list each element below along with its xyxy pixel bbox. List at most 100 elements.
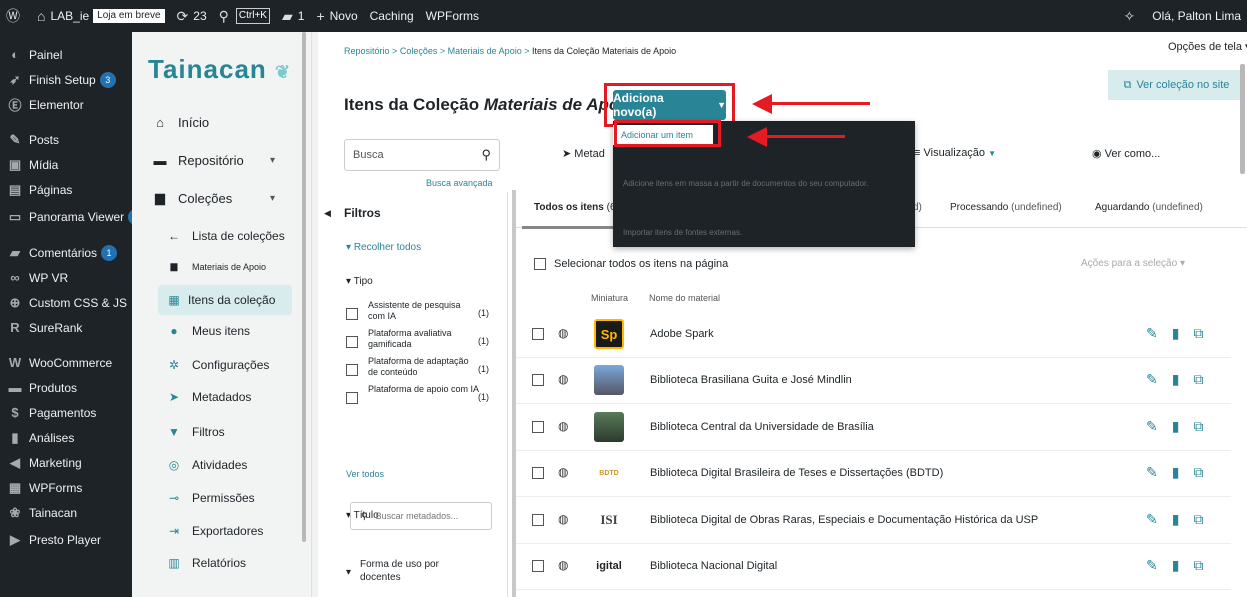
select-all-row[interactable]: Selecionar todos os itens na página [534, 258, 728, 270]
admin-menu-item[interactable]: ∞ WP VR [0, 265, 74, 290]
admin-menu-item[interactable]: ✎ Posts [0, 127, 65, 152]
admin-menu-item[interactable]: ◐ Painel [0, 42, 68, 67]
admin-menu-item[interactable]: ◀ Marketing [0, 450, 88, 475]
breadcrumb-materiais[interactable]: Materiais de Apoio [448, 46, 522, 56]
select-all-checkbox[interactable] [534, 258, 546, 270]
nav-scrollbar[interactable] [302, 32, 306, 542]
item-thumbnail[interactable]: ISI [594, 505, 624, 535]
table-row[interactable]: ◍ Biblioteca Brasiliana Guita e José Mind… [516, 358, 1231, 404]
item-thumbnail[interactable] [594, 412, 624, 442]
table-row[interactable]: ◍ Biblioteca Central da Universidade de B… [516, 405, 1231, 451]
nav-exportadores[interactable]: ⇥ Exportadores [166, 524, 263, 538]
view-all-link[interactable]: Ver todos [346, 469, 384, 479]
admin-menu-item[interactable]: ▦ WPForms [0, 475, 88, 500]
item-thumbnail[interactable]: Sp [594, 319, 624, 349]
admin-menu-item[interactable]: ▶ Presto Player [0, 527, 107, 552]
nav-relatorios[interactable]: ▥ Relatórios [166, 556, 246, 570]
tabs-scrollbar[interactable] [522, 226, 614, 229]
item-thumbnail[interactable]: igital [594, 551, 624, 581]
nav-colecoes[interactable]: ▆ Coleções ▾ [152, 190, 302, 206]
wp-logo-menu[interactable]: Ⓦ [0, 0, 31, 32]
list-scrollbar[interactable] [512, 190, 516, 597]
nav-configuracoes[interactable]: ✲ Configurações [166, 358, 269, 372]
nav-materiais[interactable]: ▆ Materiais de Apoio [166, 261, 267, 272]
nav-filtros[interactable]: ▼ Filtros [166, 425, 225, 439]
tab-aguardando[interactable]: Aguardando (undefined) [1095, 202, 1203, 213]
filter-tipo-header[interactable]: ▾ Tipo [346, 276, 373, 287]
item-thumbnail[interactable] [594, 365, 624, 395]
site-name-menu[interactable]: ⌂ LAB_ie Loja em breve [31, 0, 171, 32]
nav-permissoes[interactable]: ⊸ Permissões [166, 491, 255, 505]
table-row[interactable]: ◍ Sp Adobe Spark ✎ ▮ ⧉ [516, 312, 1231, 358]
nav-itens-colecao[interactable]: ▦ Itens da coleção [158, 285, 292, 315]
external-link-icon[interactable]: ⧉ [1193, 557, 1203, 574]
filter-titulo-header[interactable]: ▾ Título [346, 480, 379, 521]
view-as-button[interactable]: ◉ Ver como... [1092, 147, 1160, 160]
trash-icon[interactable]: ▮ [1172, 511, 1180, 528]
updates-menu[interactable]: ⟳ 23 [171, 0, 213, 32]
edit-icon[interactable]: ✎ [1146, 464, 1158, 481]
admin-menu-item[interactable]: ▮ Análises [0, 425, 80, 450]
item-name[interactable]: Biblioteca Digital Brasileira de Teses e… [650, 467, 943, 479]
filter-option-label[interactable]: Plataforma de adaptação de conteúdo [368, 356, 480, 378]
table-row[interactable]: ◍ BDTD Biblioteca Digital Brasileira de Te… [516, 451, 1231, 497]
tab-processando[interactable]: Processando (undefined) [950, 202, 1062, 213]
table-row[interactable]: ◍ igital Biblioteca Nacional Digital ✎ ▮ ⧉ [516, 544, 1231, 590]
external-link-icon[interactable]: ⧉ [1193, 418, 1203, 435]
admin-menu-item[interactable]: ▤ Páginas [0, 177, 78, 202]
comments-menu[interactable]: ▰ 1 [276, 0, 310, 32]
filter-checkbox[interactable] [346, 364, 358, 376]
row-checkbox[interactable] [532, 374, 544, 386]
row-checkbox[interactable] [532, 560, 544, 572]
nav-metadados[interactable]: ➤ Metadados [166, 390, 251, 404]
nav-atividades[interactable]: ◎ Atividades [166, 458, 248, 472]
account-menu[interactable]: Olá, Palton Lima [1146, 0, 1247, 32]
admin-menu-item[interactable]: ▰ Comentários 1 [0, 240, 123, 265]
breadcrumb-colecoes[interactable]: Coleções [400, 46, 438, 56]
trash-icon[interactable]: ▮ [1172, 464, 1180, 481]
row-checkbox[interactable] [532, 514, 544, 526]
wpforms-menu[interactable]: WPForms [420, 0, 485, 32]
row-checkbox[interactable] [532, 467, 544, 479]
nav-repositorio[interactable]: ▬ Repositório ▾ [152, 153, 302, 168]
nav-meus-itens[interactable]: ● Meus itens [166, 324, 250, 338]
filter-checkbox[interactable] [346, 336, 358, 348]
edit-icon[interactable]: ✎ [1146, 371, 1158, 388]
view-collection-button[interactable]: ⧉ Ver coleção no site [1108, 70, 1245, 100]
metadata-button[interactable]: ➤ Metad [562, 147, 605, 160]
filter-checkbox[interactable] [346, 308, 358, 320]
filter-option-label[interactable]: Plataforma de apoio com IA [368, 384, 480, 395]
trash-icon[interactable]: ▮ [1172, 557, 1180, 574]
filter-option-label[interactable]: Assistente de pesquisa com IA [368, 300, 480, 322]
filter-option-label[interactable]: Plataforma avaliativa gamificada [368, 328, 480, 350]
breadcrumb-repositorio[interactable]: Repositório [344, 46, 390, 56]
metadata-search-input[interactable]: ⚲ Buscar metadados... [350, 502, 492, 530]
item-name[interactable]: Biblioteca Central da Universidade de Br… [650, 421, 874, 433]
search-shortcut[interactable]: ⚲ Ctrl+K [213, 0, 276, 32]
row-checkbox[interactable] [532, 421, 544, 433]
filter-forma-uso-header[interactable]: ▾ Forma de uso por docentes [346, 558, 466, 584]
tainacan-logo[interactable]: Tainacan ❦ [148, 54, 291, 85]
collapse-all-filters[interactable]: ▾ Recolher todos [346, 242, 421, 253]
screen-options-button[interactable]: Opções de tela ▾ [1168, 40, 1247, 53]
trash-icon[interactable]: ▮ [1172, 325, 1180, 342]
external-link-icon[interactable]: ⧉ [1193, 371, 1203, 388]
item-name[interactable]: Biblioteca Brasiliana Guita e José Mindl… [650, 374, 852, 386]
bulk-add-option[interactable]: Adicione itens em massa a partir de docu… [623, 179, 868, 188]
bulk-actions-dropdown[interactable]: Ações para a seleção ▾ [1081, 258, 1185, 269]
edit-icon[interactable]: ✎ [1146, 511, 1158, 528]
external-link-icon[interactable]: ⧉ [1193, 325, 1203, 342]
tab-todos[interactable]: Todos os itens (6 [534, 202, 616, 213]
admin-menu-item[interactable]: ▣ Mídia [0, 152, 64, 177]
admin-menu-item[interactable]: ▭Panorama Viewer1 [0, 204, 132, 229]
collapse-filters-icon[interactable]: ◀ [324, 208, 331, 219]
external-link-icon[interactable]: ⧉ [1193, 464, 1203, 481]
filter-checkbox[interactable] [346, 392, 358, 404]
trash-icon[interactable]: ▮ [1172, 418, 1180, 435]
advanced-search-link[interactable]: Busca avançada [426, 178, 493, 188]
item-name[interactable]: Biblioteca Digital de Obras Raras, Espec… [650, 514, 1038, 526]
admin-menu-item[interactable]: $ Pagamentos [0, 400, 102, 425]
admin-menu-item[interactable]: Ⓔ Elementor [0, 92, 90, 117]
item-thumbnail[interactable]: BDTD [594, 458, 624, 488]
trash-icon[interactable]: ▮ [1172, 371, 1180, 388]
